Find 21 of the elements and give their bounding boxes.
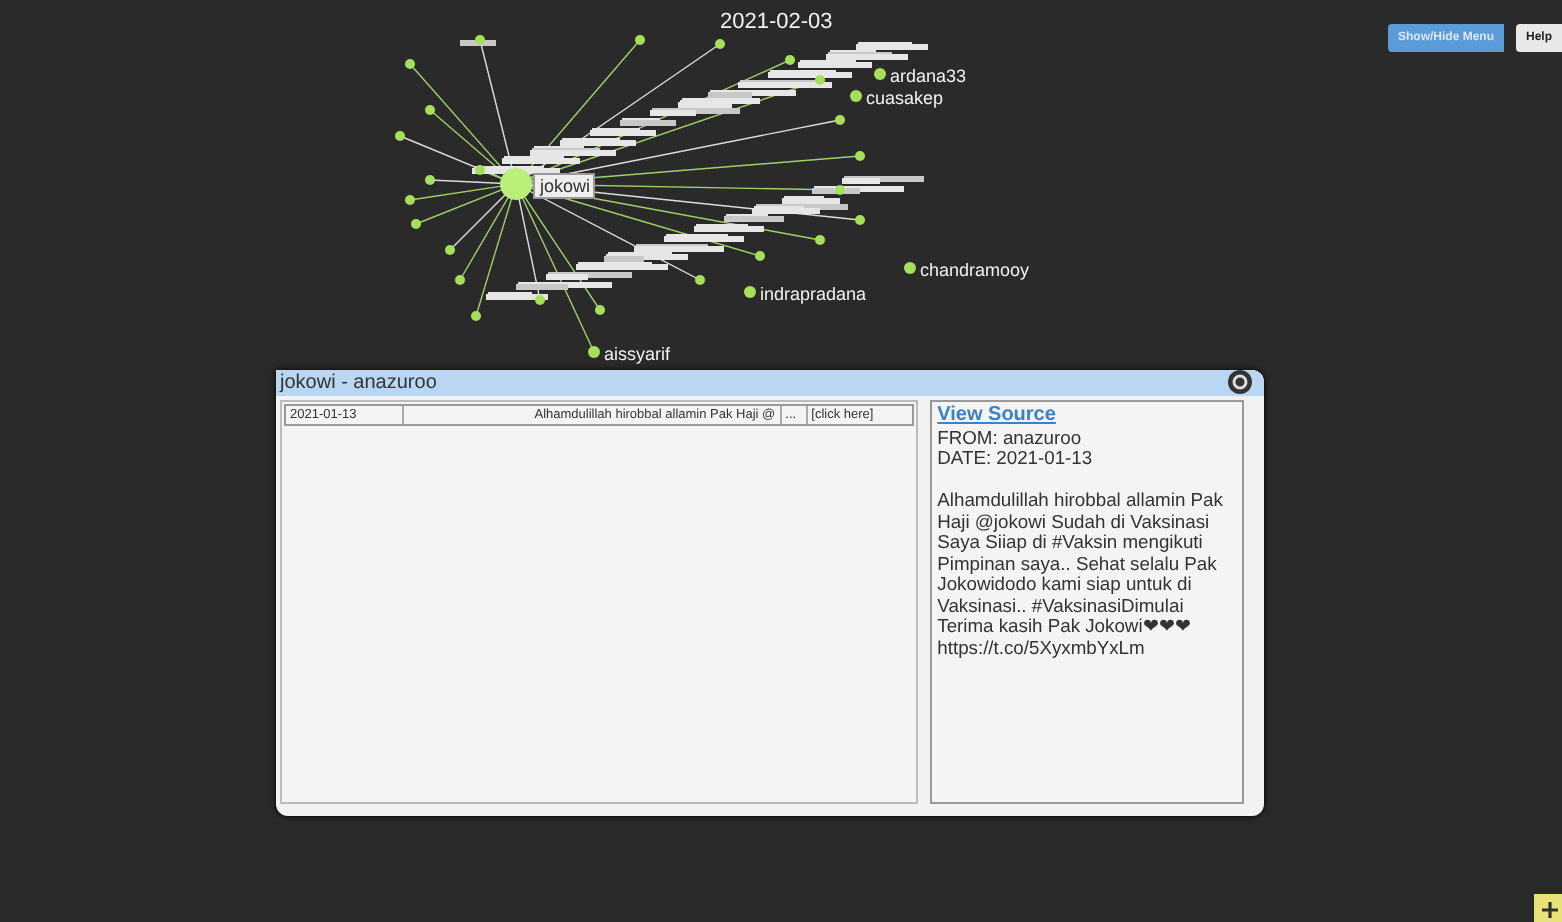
node-label[interactable]: indrapradana bbox=[760, 284, 867, 304]
node-dot[interactable] bbox=[874, 68, 886, 80]
expand-button[interactable] bbox=[1534, 894, 1562, 922]
close-icon[interactable] bbox=[1228, 369, 1252, 393]
node-dot[interactable] bbox=[588, 346, 600, 358]
node-dot[interactable] bbox=[850, 90, 862, 102]
node-dot[interactable] bbox=[744, 286, 756, 298]
node-label[interactable]: ardana33 bbox=[890, 66, 967, 86]
plus-icon bbox=[1542, 902, 1558, 918]
node-dot[interactable] bbox=[904, 262, 916, 274]
from-text: FROM: anazuroo bbox=[937, 427, 1084, 448]
node-label[interactable]: jokowi bbox=[540, 176, 591, 196]
date-label: 2021-02-03 bbox=[720, 10, 833, 34]
date-text: DATE: 2021-01-13 bbox=[937, 448, 1095, 469]
view-source-link[interactable]: View Source bbox=[937, 406, 1056, 427]
node-label[interactable]: cuasakep bbox=[866, 88, 944, 108]
message-text: Alhamdulillah hirobbal allamin Pak Haji @jokowi Sudah di Vaksinasi Saya Siiap di #Vaksin mengikuti Pimpinan saya.. Sehat selalu Pak Jokowidodo kami siap untuk di Vaksinasi.. #VaksinasiDimulai Terima kasih Pak Jokowi❤❤❤ https://t.co/5XyxmbYxLm bbox=[937, 490, 1225, 658]
node-label[interactable]: aissyarif bbox=[604, 344, 671, 364]
dialog-title: jokowi - anazuroo bbox=[280, 372, 437, 394]
hub-node[interactable] bbox=[500, 168, 532, 200]
node-label[interactable]: chandramooy bbox=[920, 260, 1030, 280]
